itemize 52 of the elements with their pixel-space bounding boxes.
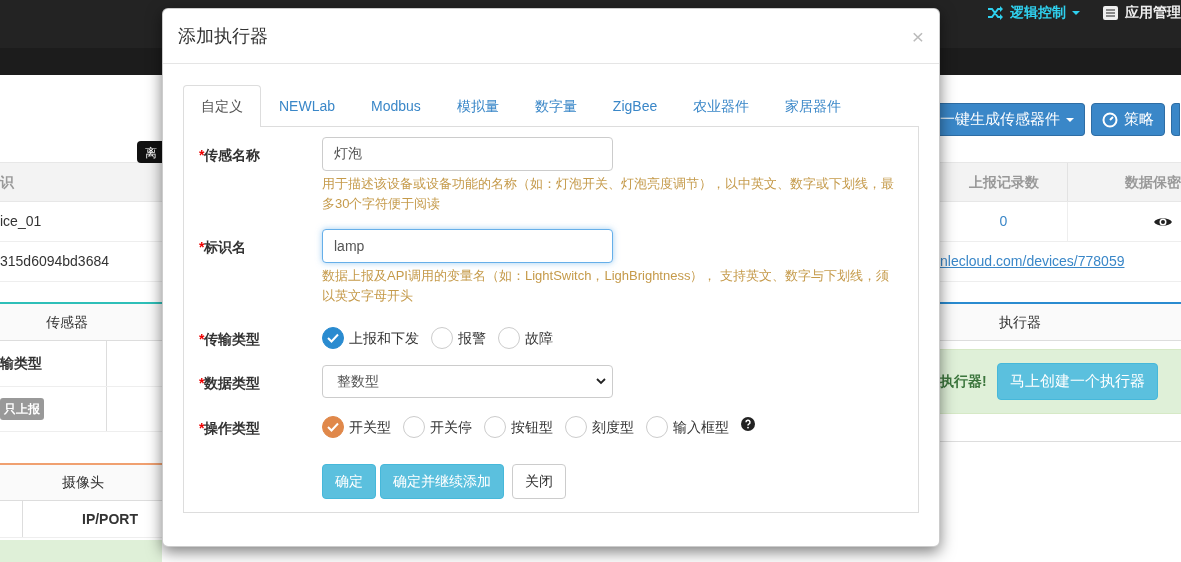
table-cell-text: ice_01: [0, 212, 42, 231]
radio-option[interactable]: 按钮型: [484, 416, 553, 438]
table-cell-text: 315d6094bd3684: [0, 252, 109, 271]
toolbar-button[interactable]: 策略: [1091, 103, 1165, 136]
panel-title: 摄像头: [62, 473, 104, 492]
field-label: *数据类型: [199, 374, 262, 393]
field-label: *传输类型: [199, 330, 262, 349]
radio-option[interactable]: 报警: [431, 327, 486, 349]
radio-option[interactable]: 故障: [498, 327, 553, 349]
device-link[interactable]: nlecloud.com/devices/778059: [940, 251, 1125, 272]
column-header: 识: [0, 172, 14, 192]
modal-title: 添加执行器: [178, 24, 268, 48]
input-field[interactable]: 灯泡: [322, 137, 613, 171]
column-header: 上报记录数: [968, 172, 1039, 192]
transfer-badge: 只上报: [0, 398, 44, 420]
document-icon: [1102, 4, 1119, 21]
panel-title: 执行器: [999, 312, 1041, 332]
radio-option[interactable]: 刻度型: [565, 416, 634, 438]
radio-option[interactable]: 上报和下发: [322, 327, 419, 349]
field-label: *传感名称: [199, 146, 262, 165]
tab[interactable]: Modbus: [353, 85, 439, 127]
column-header: 数据保密: [1125, 172, 1181, 192]
shuffle-icon: [987, 4, 1004, 21]
help-text: 数据上报及API调用的变量名（如：LightSwitch，LighBrightness）， 支持英文、数字与下划线，须以英文字母开头: [322, 267, 891, 305]
radio-option[interactable]: 开关型: [322, 416, 391, 438]
radio-option[interactable]: 开关停: [403, 416, 472, 438]
nav-menu-item[interactable]: 逻辑控制: [987, 2, 1080, 23]
column-header: 输类型: [0, 354, 42, 373]
help-text: 用于描述该设备或设备功能的名称（如：灯泡开关、灯泡亮度调节），以中英文、数字或下划线，最多30个字符便于阅读: [322, 175, 895, 213]
input-field[interactable]: lamp: [322, 229, 613, 263]
column-header: IP/PORT: [82, 509, 138, 529]
toolbar-button[interactable]: 一键生成传感器件: [940, 103, 1085, 136]
field-label: *标识名: [199, 238, 248, 257]
chevron-icon: [596, 378, 606, 385]
status-tooltip: 离: [137, 141, 162, 163]
table-cell-text: 0: [999, 212, 1008, 231]
tab[interactable]: 农业器件: [675, 85, 768, 127]
alert-text: 执行器!: [940, 372, 987, 391]
field-label: *操作类型: [199, 419, 262, 438]
select-field[interactable]: 整数型: [322, 365, 613, 398]
radio-option[interactable]: 输入框型: [646, 416, 729, 438]
tab[interactable]: 自定义: [183, 85, 261, 127]
tab[interactable]: NEWLab: [261, 85, 354, 127]
toolbar-button[interactable]: [1171, 103, 1180, 136]
nav-menu-item[interactable]: 应用管理: [1102, 2, 1181, 23]
gauge-icon: [1102, 111, 1118, 128]
tab[interactable]: 模拟量: [438, 85, 517, 127]
tab[interactable]: ZigBee: [594, 85, 676, 127]
panel-title: 传感器: [46, 312, 88, 332]
tab[interactable]: 数字量: [516, 85, 595, 127]
form-button[interactable]: 关闭: [512, 464, 566, 499]
tab[interactable]: 家居器件: [767, 85, 860, 127]
